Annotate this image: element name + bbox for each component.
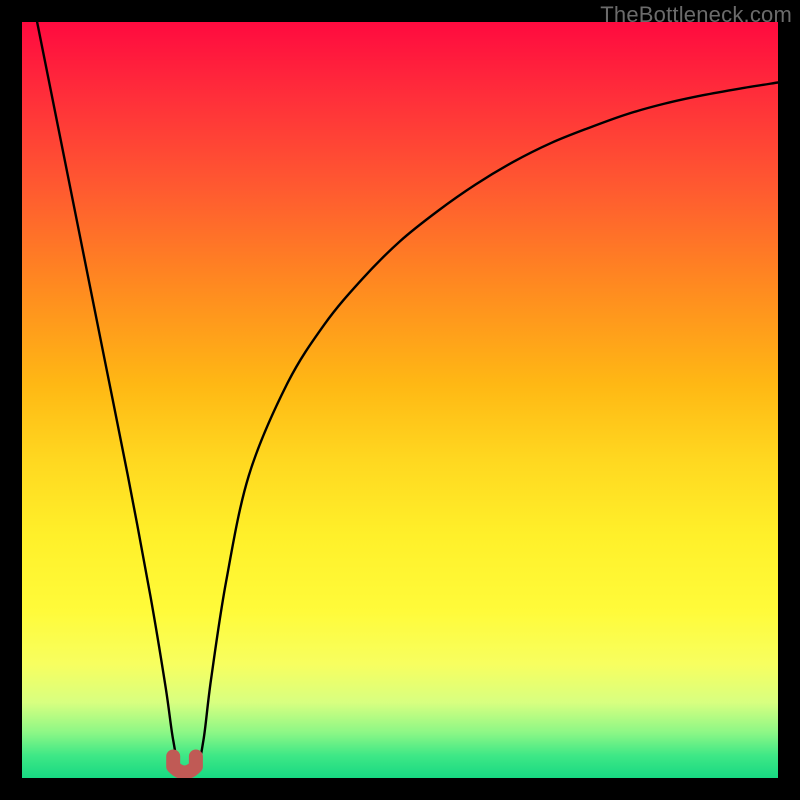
plot-area [22,22,778,778]
bottleneck-curve [22,22,778,778]
watermark-text: TheBottleneck.com [600,2,792,28]
outer-frame: TheBottleneck.com [0,0,800,800]
notch-marker [173,756,196,772]
curve-path [37,22,778,774]
